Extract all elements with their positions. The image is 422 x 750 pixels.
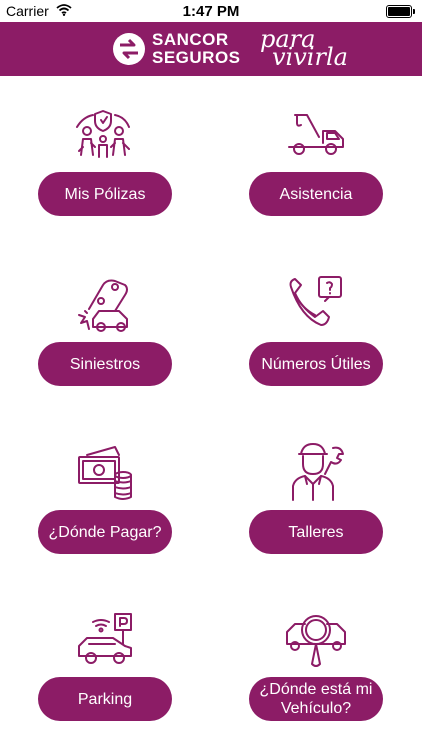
sancor-logo-icon bbox=[113, 33, 145, 65]
brand-line2: SEGUROS bbox=[152, 48, 241, 67]
asistencia-button[interactable]: Asistencia bbox=[249, 172, 383, 216]
tow-truck-icon bbox=[288, 114, 344, 155]
brand-name: SANCOR SEGUROS bbox=[152, 31, 241, 67]
mis-polizas-button[interactable]: Mis Pólizas bbox=[38, 172, 172, 216]
phone-question-icon bbox=[289, 276, 342, 326]
car-search-icon bbox=[286, 615, 346, 667]
parking-button[interactable]: Parking bbox=[38, 677, 172, 721]
money-coins-icon bbox=[78, 446, 132, 500]
brand-line1: SANCOR bbox=[152, 30, 229, 49]
tagline-line2: vivirla bbox=[272, 43, 348, 71]
siniestros-button[interactable]: Siniestros bbox=[38, 342, 172, 386]
parking-car-icon bbox=[78, 613, 132, 664]
status-bar: Carrier 1:47 PM bbox=[0, 0, 422, 22]
car-crash-icon bbox=[78, 279, 128, 332]
status-time: 1:47 PM bbox=[182, 3, 240, 20]
donde-pagar-button[interactable]: ¿Dónde Pagar? bbox=[38, 510, 172, 554]
app-header: SANCOR SEGUROS para vivirla bbox=[0, 22, 422, 76]
battery-icon bbox=[386, 5, 415, 18]
donde-vehiculo-button[interactable]: ¿Dónde está mi Vehículo? bbox=[249, 677, 383, 721]
talleres-button[interactable]: Talleres bbox=[249, 510, 383, 554]
numeros-utiles-button[interactable]: Números Útiles bbox=[249, 342, 383, 386]
family-shield-icon bbox=[76, 110, 130, 158]
tagline: para vivirla bbox=[260, 27, 348, 71]
mechanic-icon bbox=[292, 443, 344, 501]
